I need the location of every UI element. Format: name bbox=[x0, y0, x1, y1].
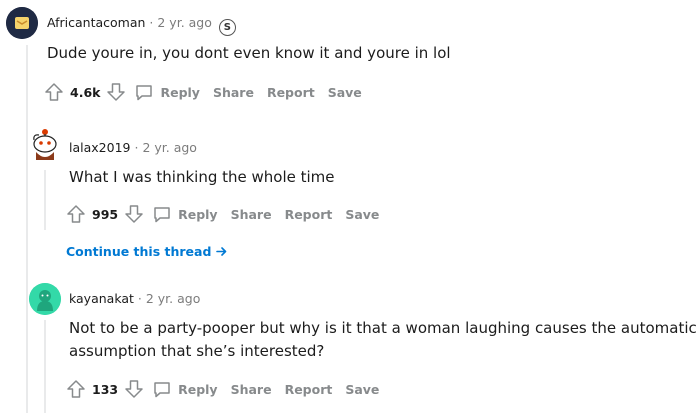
thread-line[interactable] bbox=[44, 320, 46, 413]
separator-dot: · bbox=[137, 291, 142, 306]
reply-label: Reply bbox=[160, 84, 200, 100]
timestamp[interactable]: 2 yr. ago bbox=[157, 15, 212, 30]
upvote-icon[interactable] bbox=[44, 82, 64, 102]
comment-body: What I was thinking the whole time bbox=[69, 168, 335, 186]
reply-button[interactable]: Reply bbox=[152, 379, 218, 399]
share-button[interactable]: Share bbox=[231, 207, 272, 222]
comment-actions: 133 Reply Share Report Save bbox=[66, 377, 392, 401]
avatar[interactable] bbox=[29, 126, 61, 162]
username[interactable]: lalax2019 bbox=[69, 140, 130, 155]
thread-line[interactable] bbox=[44, 170, 46, 230]
continue-thread-link[interactable]: Continue this thread bbox=[66, 244, 227, 259]
save-button[interactable]: Save bbox=[345, 207, 379, 222]
avatar[interactable] bbox=[6, 7, 38, 39]
separator-dot: · bbox=[149, 15, 154, 30]
comment-meta: lalax2019 · 2 yr. ago bbox=[69, 140, 197, 155]
comment-meta: Africantacoman · 2 yr. ago S bbox=[47, 15, 236, 36]
vote-score: 133 bbox=[92, 381, 119, 397]
avatar-image bbox=[6, 7, 38, 39]
upvote-icon[interactable] bbox=[66, 379, 86, 399]
downvote-icon[interactable] bbox=[106, 82, 126, 102]
vote-score: 4.6k bbox=[70, 84, 101, 100]
vote-score: 995 bbox=[92, 206, 119, 222]
save-button[interactable]: Save bbox=[345, 382, 379, 397]
timestamp[interactable]: 2 yr. ago bbox=[142, 140, 197, 155]
award-icon[interactable]: S bbox=[218, 19, 236, 36]
share-button[interactable]: Share bbox=[213, 85, 254, 100]
report-button[interactable]: Report bbox=[285, 382, 333, 397]
comment-actions: 995 Reply Share Report Save bbox=[66, 202, 392, 226]
arrow-right-icon bbox=[215, 244, 227, 259]
report-button[interactable]: Report bbox=[267, 85, 315, 100]
username[interactable]: kayanakat bbox=[69, 291, 134, 306]
reply-button[interactable]: Reply bbox=[134, 82, 200, 102]
comment-bubble-icon bbox=[154, 382, 170, 398]
comment-body-line: Not to be a party-pooper but why is it t… bbox=[69, 319, 697, 337]
avatar[interactable] bbox=[29, 283, 61, 315]
avatar-image bbox=[29, 283, 61, 315]
reply-button[interactable]: Reply bbox=[152, 204, 218, 224]
thread-line[interactable] bbox=[26, 45, 28, 413]
comment-actions: 4.6k Reply Share Report Save bbox=[44, 80, 375, 104]
comment-bubble-icon bbox=[136, 85, 153, 101]
reply-label: Reply bbox=[178, 381, 218, 397]
comment-body: Dude youre in, you dont even know it and… bbox=[47, 44, 451, 62]
share-button[interactable]: Share bbox=[231, 382, 272, 397]
reply-label: Reply bbox=[178, 206, 218, 222]
save-button[interactable]: Save bbox=[328, 85, 362, 100]
upvote-icon[interactable] bbox=[66, 204, 86, 224]
comment-body: Not to be a party-pooper but why is it t… bbox=[69, 317, 697, 363]
comment-meta: kayanakat · 2 yr. ago bbox=[69, 291, 200, 306]
separator-dot: · bbox=[134, 140, 139, 155]
username[interactable]: Africantacoman bbox=[47, 15, 145, 30]
comment-bubble-icon bbox=[154, 207, 170, 223]
downvote-icon[interactable] bbox=[124, 204, 144, 224]
continue-thread-label: Continue this thread bbox=[66, 244, 212, 259]
comment-body-line: assumption that she’s interested? bbox=[69, 342, 325, 360]
report-button[interactable]: Report bbox=[285, 207, 333, 222]
timestamp[interactable]: 2 yr. ago bbox=[146, 291, 201, 306]
downvote-icon[interactable] bbox=[124, 379, 144, 399]
avatar-image bbox=[33, 129, 57, 160]
